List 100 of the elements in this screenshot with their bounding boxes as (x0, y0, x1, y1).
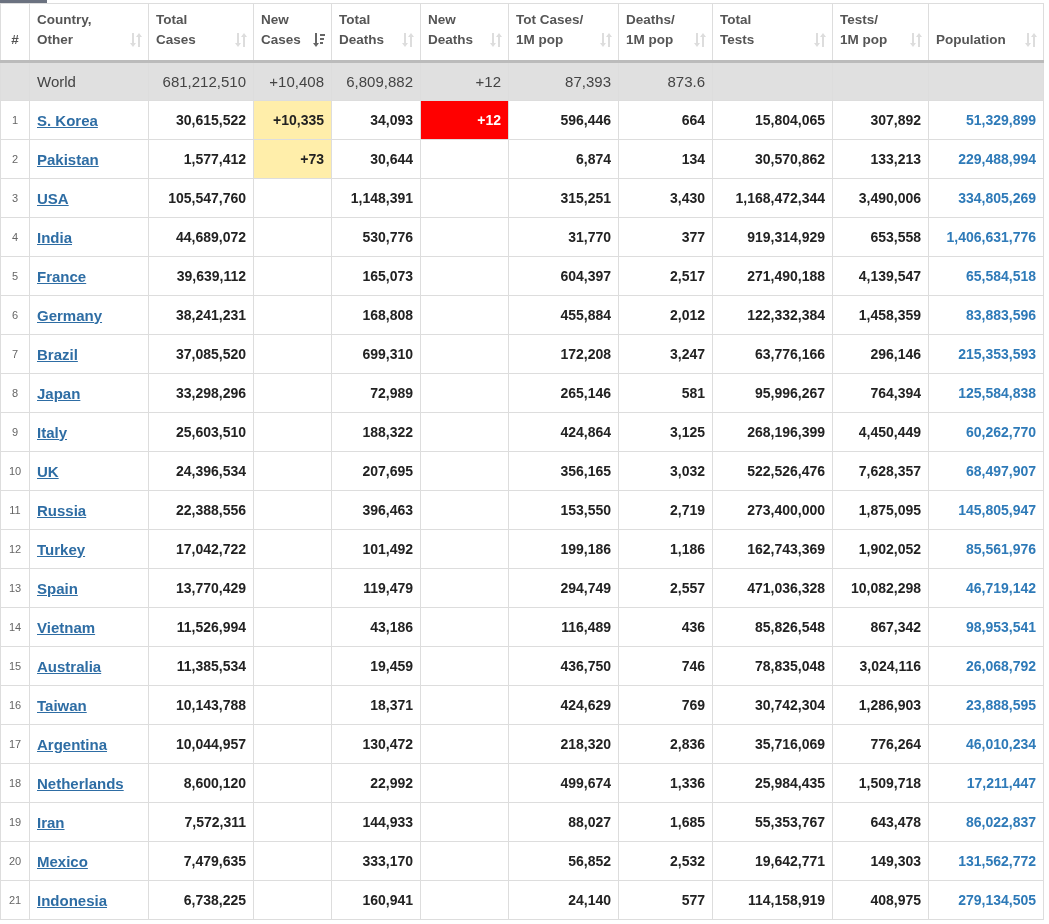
table-cell: 134 (618, 139, 713, 179)
table-cell: 271,490,188 (712, 256, 833, 296)
table-cell: +10,335 (253, 100, 332, 140)
country-link[interactable]: UK (37, 462, 59, 480)
table-cell: 19,459 (331, 646, 421, 686)
table-cell: 35,716,069 (712, 724, 833, 764)
table-cell: 153,550 (508, 490, 619, 530)
table-cell: World (29, 61, 149, 101)
table-cell: 24,140 (508, 880, 619, 920)
table-cell: 95,996,267 (712, 373, 833, 413)
table-cell: 85,561,976 (928, 529, 1044, 569)
table-cell: 1,902,052 (832, 529, 929, 569)
table-cell: 5 (0, 256, 30, 296)
table-cell: 396,463 (331, 490, 421, 530)
table-cell: 33,298,296 (148, 373, 254, 413)
table-cell: 116,489 (508, 607, 619, 647)
table-cell: 56,852 (508, 841, 619, 881)
table-cell: 408,975 (832, 880, 929, 920)
table-cell: 20 (0, 841, 30, 881)
table-cell: 11 (0, 490, 30, 530)
table-cell: 83,883,596 (928, 295, 1044, 335)
table-cell: 31,770 (508, 217, 619, 257)
table-cell: 88,027 (508, 802, 619, 842)
table-cell: 6,809,882 (331, 61, 421, 101)
table-cell: 7,628,357 (832, 451, 929, 491)
table-cell: 46,010,234 (928, 724, 1044, 764)
country-link[interactable]: Brazil (37, 345, 78, 363)
table-cell: 145,805,947 (928, 490, 1044, 530)
table-cell: 436,750 (508, 646, 619, 686)
table-cell: 424,629 (508, 685, 619, 725)
country-link[interactable]: France (37, 267, 87, 285)
table-cell: 218,320 (508, 724, 619, 764)
table-cell: 85,826,548 (712, 607, 833, 647)
country-link[interactable]: Taiwan (37, 696, 87, 714)
table-cell: 15,804,065 (712, 100, 833, 140)
table-cell: 1,458,359 (832, 295, 929, 335)
table-cell: 11,526,994 (148, 607, 254, 647)
table-cell: 3,032 (618, 451, 713, 491)
table-cell: 424,864 (508, 412, 619, 452)
table-cell: 522,526,476 (712, 451, 833, 491)
table-cell: 7,572,311 (148, 802, 254, 842)
table-cell: 581 (618, 373, 713, 413)
table-cell: 1,148,391 (331, 178, 421, 218)
table-cell: +73 (253, 139, 332, 179)
country-link[interactable]: USA (37, 189, 69, 207)
country-link[interactable]: Spain (37, 579, 78, 597)
table-cell: 30,570,862 (712, 139, 833, 179)
country-link[interactable]: Mexico (37, 852, 88, 870)
country-link[interactable]: Italy (37, 423, 67, 441)
table-cell: 643,478 (832, 802, 929, 842)
table-cell: 24,396,534 (148, 451, 254, 491)
table-cell: 746 (618, 646, 713, 686)
table-cell: 294,749 (508, 568, 619, 608)
table-cell: 19 (0, 802, 30, 842)
table-cell: 114,158,919 (712, 880, 833, 920)
country-link[interactable]: Turkey (37, 540, 86, 558)
table-cell: 207,695 (331, 451, 421, 491)
table-cell: 14 (0, 607, 30, 647)
table-cell: 188,322 (331, 412, 421, 452)
table-cell: 3,024,116 (832, 646, 929, 686)
table-cell: 315,251 (508, 178, 619, 218)
table-cell: 1,336 (618, 763, 713, 803)
table-cell: 10,143,788 (148, 685, 254, 725)
table-cell: 776,264 (832, 724, 929, 764)
table-cell: 279,134,505 (928, 880, 1044, 920)
table-cell: 25,984,435 (712, 763, 833, 803)
table-cell: 699,310 (331, 334, 421, 374)
table-cell: 15 (0, 646, 30, 686)
table-cell: 63,776,166 (712, 334, 833, 374)
sort-icon[interactable] (313, 33, 325, 47)
country-link[interactable]: Russia (37, 501, 87, 519)
table-cell: 268,196,399 (712, 412, 833, 452)
table-cell: 101,492 (331, 529, 421, 569)
table-cell: 18 (0, 763, 30, 803)
table-cell: 215,353,593 (928, 334, 1044, 374)
table-cell: 7 (0, 334, 30, 374)
table-cell: 165,073 (331, 256, 421, 296)
table-cell: 43,186 (331, 607, 421, 647)
country-link[interactable]: India (37, 228, 72, 246)
table-cell: 18,371 (331, 685, 421, 725)
table-cell: 46,719,142 (928, 568, 1044, 608)
table-cell: 6,874 (508, 139, 619, 179)
table-cell: 1,875,095 (832, 490, 929, 530)
table-cell: 764,394 (832, 373, 929, 413)
table-cell: 23,888,595 (928, 685, 1044, 725)
table-cell: 2,557 (618, 568, 713, 608)
table-cell: 1,509,718 (832, 763, 929, 803)
table-cell: 1,406,631,776 (928, 217, 1044, 257)
table-cell: 3,430 (618, 178, 713, 218)
table-cell: 17,042,722 (148, 529, 254, 569)
table-cell: 22,992 (331, 763, 421, 803)
table-cell: 664 (618, 100, 713, 140)
table-cell: 10 (0, 451, 30, 491)
table-cell: 1,186 (618, 529, 713, 569)
table-cell: 3,247 (618, 334, 713, 374)
table-cell: 13,770,429 (148, 568, 254, 608)
table-cell: 168,808 (331, 295, 421, 335)
table-cell: 6 (0, 295, 30, 335)
country-link[interactable]: Japan (37, 384, 81, 402)
country-link[interactable]: Iran (37, 813, 65, 831)
